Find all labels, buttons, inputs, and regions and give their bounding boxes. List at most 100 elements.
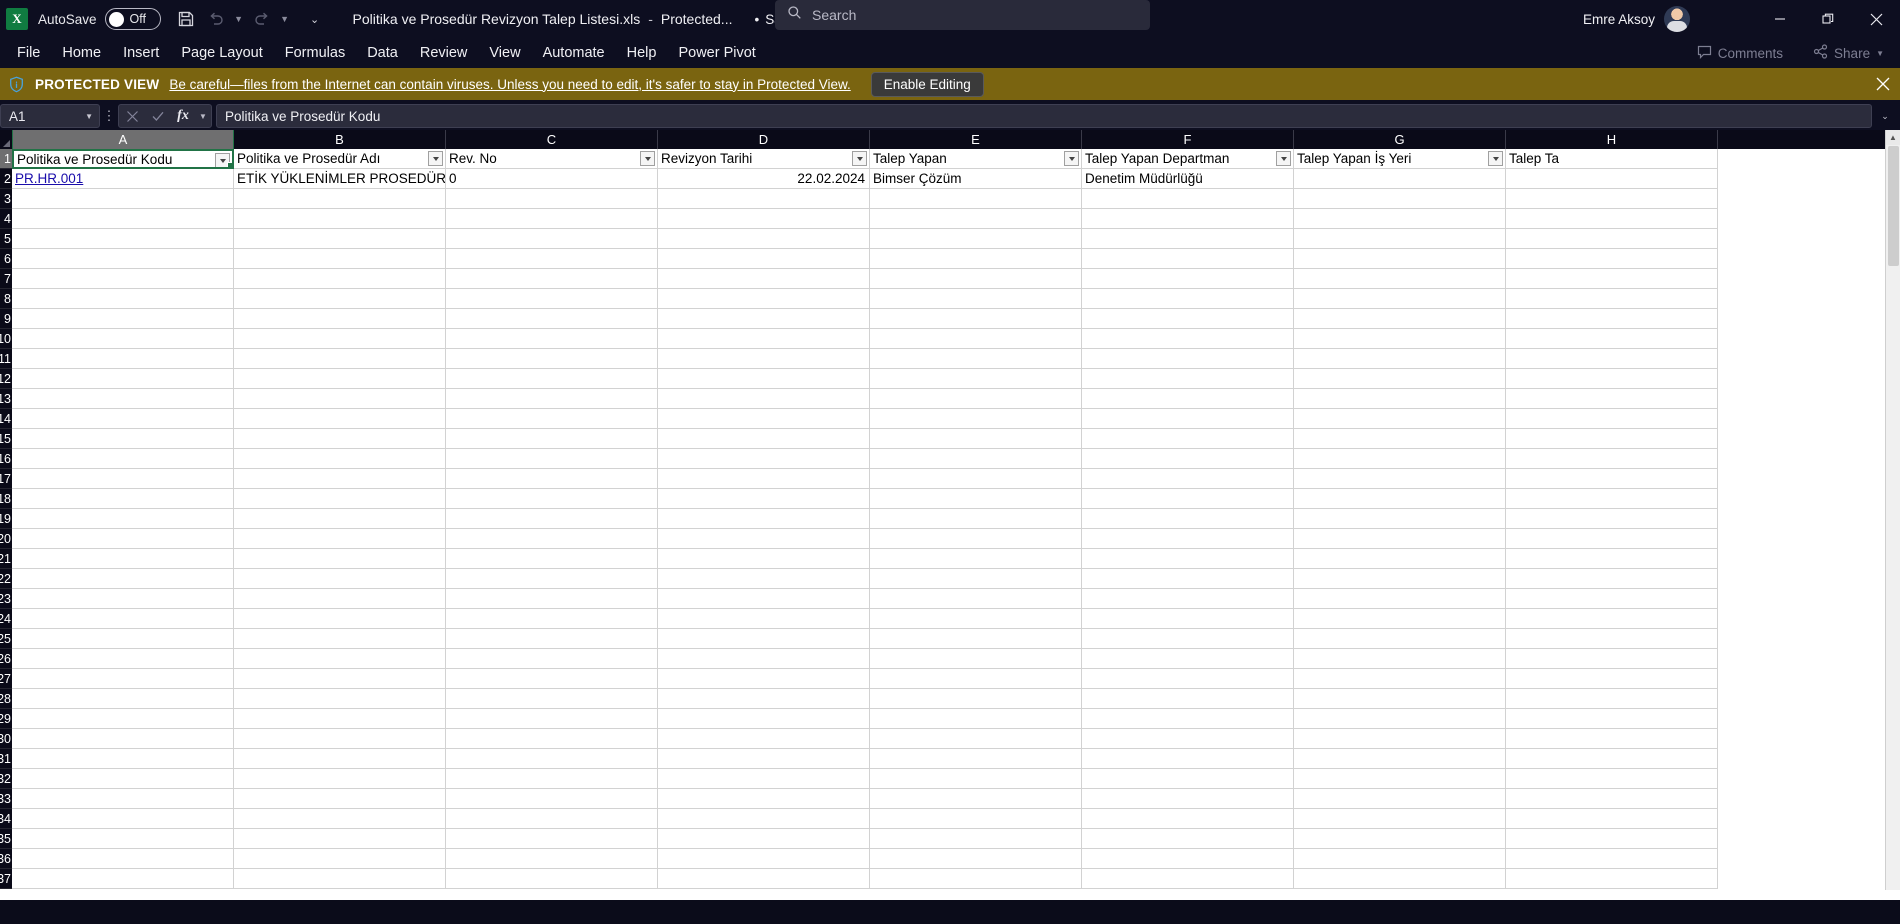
cell-C3[interactable] [446,189,658,209]
cell-H15[interactable] [1506,429,1718,449]
tab-home[interactable]: Home [51,42,112,64]
cell-G22[interactable] [1294,569,1506,589]
cell-g1[interactable]: Talep Yapan İş Yeri [1294,149,1506,169]
cell-G16[interactable] [1294,449,1506,469]
cell-C34[interactable] [446,809,658,829]
filter-dropdown-g1[interactable] [1488,151,1503,166]
cell-H27[interactable] [1506,669,1718,689]
cell-F35[interactable] [1082,829,1294,849]
cell-D19[interactable] [658,509,870,529]
cell-G19[interactable] [1294,509,1506,529]
cell-G12[interactable] [1294,369,1506,389]
tab-file[interactable]: File [6,42,51,64]
cell-G5[interactable] [1294,229,1506,249]
cell-D33[interactable] [658,789,870,809]
formula-input[interactable]: Politika ve Prosedür Kodu [216,104,1872,128]
cell-A27[interactable] [12,669,234,689]
cell-E28[interactable] [870,689,1082,709]
row-header-11[interactable]: 11 [0,349,12,369]
cell-D17[interactable] [658,469,870,489]
tab-review[interactable]: Review [409,42,479,64]
cell-G34[interactable] [1294,809,1506,829]
cell-E26[interactable] [870,649,1082,669]
share-button[interactable]: Share ▼ [1805,41,1892,65]
cell-F22[interactable] [1082,569,1294,589]
cell-H22[interactable] [1506,569,1718,589]
cell-F17[interactable] [1082,469,1294,489]
cell-F11[interactable] [1082,349,1294,369]
cell-C12[interactable] [446,369,658,389]
cell-F19[interactable] [1082,509,1294,529]
cell-G17[interactable] [1294,469,1506,489]
cell-E30[interactable] [870,729,1082,749]
cell-F6[interactable] [1082,249,1294,269]
cell-A19[interactable] [12,509,234,529]
cell-B24[interactable] [234,609,446,629]
cell-F29[interactable] [1082,709,1294,729]
redo-icon[interactable] [247,4,277,34]
row-header-14[interactable]: 14 [0,409,12,429]
cell-E15[interactable] [870,429,1082,449]
cell-b2[interactable]: ETİK YÜKLENİMLER PROSEDÜRÜ [234,169,446,189]
cell-G9[interactable] [1294,309,1506,329]
cell-A10[interactable] [12,329,234,349]
cell-D15[interactable] [658,429,870,449]
cell-B8[interactable] [234,289,446,309]
cell-G26[interactable] [1294,649,1506,669]
row-header-15[interactable]: 15 [0,429,12,449]
cell-H36[interactable] [1506,849,1718,869]
cell-C20[interactable] [446,529,658,549]
cell-D3[interactable] [658,189,870,209]
cell-F13[interactable] [1082,389,1294,409]
cell-b1[interactable]: Politika ve Prosedür Adı [234,149,446,169]
cell-D32[interactable] [658,769,870,789]
cell-A3[interactable] [12,189,234,209]
cell-H26[interactable] [1506,649,1718,669]
row-header-4[interactable]: 4 [0,209,12,229]
protected-view-message[interactable]: Be careful—files from the Internet can c… [169,77,850,92]
cell-G10[interactable] [1294,329,1506,349]
cell-D16[interactable] [658,449,870,469]
row-header-28[interactable]: 28 [0,689,12,709]
cell-D10[interactable] [658,329,870,349]
row-header-23[interactable]: 23 [0,589,12,609]
close-button[interactable] [1852,0,1900,38]
cell-C8[interactable] [446,289,658,309]
cell-H10[interactable] [1506,329,1718,349]
filter-dropdown-b1[interactable] [428,151,443,166]
cell-E11[interactable] [870,349,1082,369]
cell-E37[interactable] [870,869,1082,889]
search-box[interactable]: Search [775,0,1150,30]
tab-formulas[interactable]: Formulas [274,42,356,64]
cell-D27[interactable] [658,669,870,689]
cell-C27[interactable] [446,669,658,689]
cell-B4[interactable] [234,209,446,229]
row-header-10[interactable]: 10 [0,329,12,349]
row-header-33[interactable]: 33 [0,789,12,809]
cell-a1[interactable]: Politika ve Prosedür Kodu [12,149,234,169]
cell-H13[interactable] [1506,389,1718,409]
cell-C19[interactable] [446,509,658,529]
cell-H4[interactable] [1506,209,1718,229]
cell-F9[interactable] [1082,309,1294,329]
row-header-32[interactable]: 32 [0,769,12,789]
cell-F27[interactable] [1082,669,1294,689]
vertical-scroll-thumb[interactable] [1887,146,1899,266]
cell-G6[interactable] [1294,249,1506,269]
cell-c2[interactable]: 0 [446,169,658,189]
cell-C26[interactable] [446,649,658,669]
cell-B20[interactable] [234,529,446,549]
cell-C24[interactable] [446,609,658,629]
row-header-17[interactable]: 17 [0,469,12,489]
cell-F4[interactable] [1082,209,1294,229]
cell-G32[interactable] [1294,769,1506,789]
cell-B16[interactable] [234,449,446,469]
cell-G35[interactable] [1294,829,1506,849]
cell-H25[interactable] [1506,629,1718,649]
cell-B10[interactable] [234,329,446,349]
cell-F12[interactable] [1082,369,1294,389]
cell-H24[interactable] [1506,609,1718,629]
cell-F21[interactable] [1082,549,1294,569]
autosave-toggle[interactable]: Off [104,8,161,30]
cell-H7[interactable] [1506,269,1718,289]
